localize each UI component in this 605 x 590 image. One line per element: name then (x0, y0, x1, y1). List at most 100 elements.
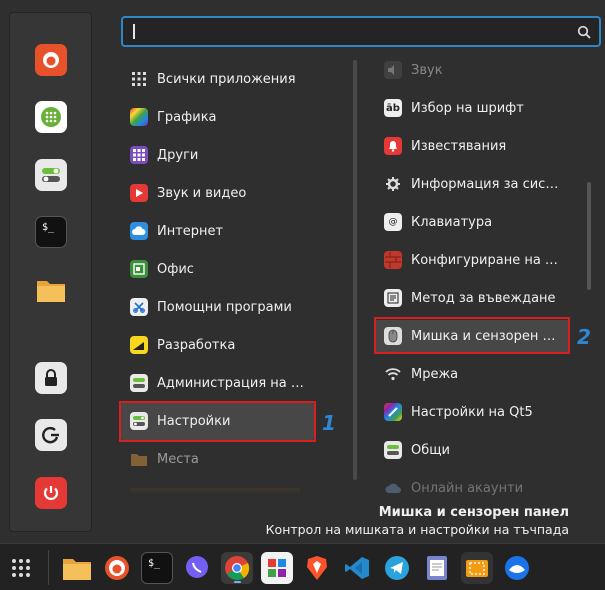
administration-icon (130, 374, 148, 392)
system-settings-icon[interactable] (35, 159, 67, 191)
sound-icon (384, 61, 402, 79)
app-label: Информация за системата (411, 176, 563, 192)
category-label: Всички приложения (157, 71, 296, 87)
app-label: Клавиатура (411, 214, 493, 230)
screenshot-icon[interactable] (461, 552, 493, 584)
category-label: Интернет (157, 223, 224, 239)
internet-icon (130, 222, 148, 240)
app-firewall[interactable]: Конфигуриране на защитната стена (384, 243, 564, 277)
apps-scrollbar[interactable] (587, 182, 591, 290)
active-indicator (234, 581, 241, 583)
multimedia-icon (130, 184, 148, 202)
category-places[interactable]: Места (130, 442, 308, 476)
app-label: Избор на шрифт (411, 100, 524, 116)
power-off-icon[interactable] (35, 477, 67, 509)
files-folder-icon[interactable] (61, 552, 93, 584)
brave-icon[interactable] (301, 552, 333, 584)
grid-icon (130, 70, 148, 88)
app-label: Общи (411, 442, 450, 458)
qt5-icon (384, 403, 402, 421)
firefox-icon[interactable] (101, 552, 133, 584)
highlight-box-settings (119, 401, 316, 442)
accessories-icon (130, 298, 148, 316)
viber-icon[interactable] (181, 552, 213, 584)
app-label: Известявания (411, 138, 507, 154)
category-label: Офис (157, 261, 194, 277)
input-method-icon (384, 289, 402, 307)
category-label: Администрация на системата (157, 375, 307, 391)
app-font-chooser[interactable]: āb Избор на шрифт (384, 91, 564, 125)
graphics-icon (130, 108, 148, 126)
selected-app-title: Мишка и сензорен панел (378, 505, 569, 520)
taskbar: $_ (0, 543, 605, 590)
category-office[interactable]: Офис (130, 252, 308, 286)
app-keyboard[interactable]: @ Клавиатура (384, 205, 564, 239)
category-label: Други (157, 147, 199, 163)
lock-screen-icon[interactable] (35, 362, 67, 394)
category-graphics[interactable]: Графика (130, 100, 308, 134)
category-multimedia[interactable]: Звук и видео (130, 176, 308, 210)
app-label: Онлайн акаунти (411, 480, 524, 496)
app-online-accounts[interactable]: Онлайн акаунти (384, 471, 564, 505)
terminal-icon[interactable]: $_ (35, 216, 67, 248)
network-wifi-icon (384, 365, 402, 383)
character-map-icon[interactable] (261, 552, 293, 584)
category-label: Помощни програми (157, 299, 292, 315)
category-development[interactable]: Разработка (130, 328, 308, 362)
category-list-fade (130, 488, 300, 494)
text-cursor (133, 24, 135, 39)
category-label: Звук и видео (157, 185, 247, 201)
thunderbird-icon[interactable] (501, 552, 533, 584)
category-label: Разработка (157, 337, 236, 353)
menu-grid-icon[interactable] (5, 552, 37, 584)
development-icon (130, 336, 148, 354)
category-scrollbar[interactable] (353, 60, 357, 480)
app-label: Метод за въвеждане (411, 290, 556, 306)
selected-app-description: Контрол на мишката и настройки на тъчпад… (265, 522, 569, 537)
vscode-icon[interactable] (341, 552, 373, 584)
firewall-icon (384, 251, 402, 269)
app-qt5-settings[interactable]: Настройки на Qt5 (384, 395, 564, 429)
category-internet[interactable]: Интернет (130, 214, 308, 248)
annotation-number-2: 2 (577, 325, 591, 349)
highlight-box-mouse (374, 317, 570, 354)
app-sound[interactable]: Звук (384, 53, 564, 87)
general-toggle-icon (384, 441, 402, 459)
firefox-icon[interactable] (35, 44, 67, 76)
folder-icon (130, 450, 148, 468)
software-manager-icon[interactable] (35, 101, 67, 133)
chrome-icon[interactable] (221, 552, 253, 584)
notification-bell-icon (384, 137, 402, 155)
app-system-info[interactable]: Информация за системата (384, 167, 564, 201)
system-info-icon (384, 175, 402, 193)
annotation-number-1: 1 (322, 411, 336, 435)
search-icon[interactable] (577, 24, 591, 43)
app-network[interactable]: Мрежа (384, 357, 564, 391)
search-input[interactable] (121, 16, 601, 47)
app-label: Настройки на Qt5 (411, 404, 533, 420)
app-label: Конфигуриране на защитната стена (411, 252, 563, 268)
app-label: Мрежа (411, 366, 459, 382)
app-label: Звук (411, 62, 443, 78)
text-editor-icon[interactable] (421, 552, 453, 584)
app-notifications[interactable]: Известявания (384, 129, 564, 163)
category-all-applications[interactable]: Всички приложения (130, 62, 308, 96)
office-icon (130, 260, 148, 278)
app-input-method[interactable]: Метод за въвеждане (384, 281, 564, 315)
cloud-icon (384, 479, 402, 497)
telegram-icon[interactable] (381, 552, 413, 584)
favorites-sidebar: $_ (9, 12, 92, 532)
category-administration[interactable]: Администрация на системата (130, 366, 308, 400)
application-menu: $_ Всички приложения Графика Други Звук … (0, 0, 605, 543)
keyboard-icon: @ (384, 213, 402, 231)
category-label: Места (157, 451, 199, 467)
taskbar-separator (48, 550, 49, 585)
terminal-icon[interactable]: $_ (141, 552, 173, 584)
other-icon (130, 146, 148, 164)
font-icon: āb (384, 99, 402, 117)
files-folder-icon[interactable] (35, 274, 67, 306)
logout-icon[interactable] (35, 419, 67, 451)
category-accessories[interactable]: Помощни програми (130, 290, 308, 324)
category-other[interactable]: Други (130, 138, 308, 172)
app-general[interactable]: Общи (384, 433, 564, 467)
